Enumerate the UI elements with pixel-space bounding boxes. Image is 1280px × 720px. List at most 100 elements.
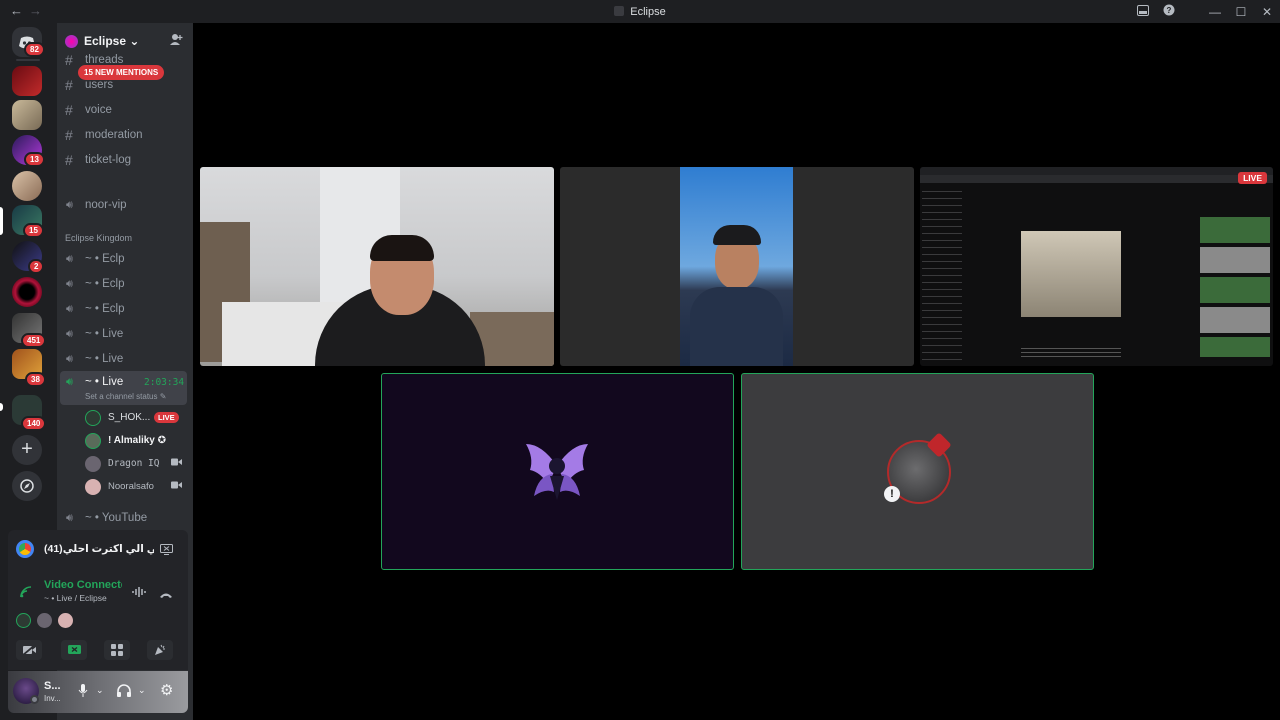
headphones-icon[interactable]	[117, 684, 131, 702]
call-stage: LIVE !	[193, 23, 1280, 720]
activity-panel[interactable]: (41)ذني الي اكترت احلي ...	[8, 530, 188, 568]
screen-share-tile[interactable]: LIVE	[920, 167, 1273, 366]
voice-channel[interactable]: 🔊︎ ~ • Eclp	[57, 300, 193, 320]
warning-icon: !	[884, 486, 900, 502]
minimize-icon[interactable]: —	[1202, 5, 1228, 19]
channel-ticket-log[interactable]: ▸#ticket-log	[57, 151, 193, 171]
channel-label: ~ • Live	[85, 328, 124, 340]
mic-options-chevron-icon[interactable]: ⌄	[96, 685, 104, 696]
add-server-icon[interactable]: +	[12, 435, 42, 465]
speaker-icon: 🔊︎	[66, 253, 73, 265]
noise-suppression-icon[interactable]	[132, 585, 146, 603]
account-panel: S... Inv... ⌄ ⌄ ⚙	[8, 671, 188, 713]
selected-server-pill	[0, 207, 3, 235]
camera-off-button[interactable]	[16, 640, 42, 660]
channel-label: ~ • Live	[85, 376, 124, 388]
help-icon[interactable]: ?	[1156, 4, 1182, 19]
voice-connection-panel: Video Connected ~ • Live / Eclipse	[8, 568, 188, 670]
invite-user-icon[interactable]	[169, 33, 183, 49]
account-status: Inv...	[44, 694, 61, 703]
server-badge: 13	[24, 152, 45, 167]
camera-icon	[171, 481, 182, 492]
settings-gear-icon[interactable]: ⚙	[160, 683, 173, 698]
video-tile[interactable]	[560, 167, 914, 366]
channel-label: ~ • Live	[85, 353, 124, 365]
member-name: S_HOK...	[108, 412, 151, 423]
hash-icon: #	[65, 152, 73, 168]
soundboard-button[interactable]	[147, 640, 173, 660]
channel-moderation[interactable]: ▸#moderation	[57, 126, 193, 146]
channel-label: ~ • Eclp	[85, 278, 125, 290]
speaker-icon: 🔊︎	[66, 376, 73, 388]
avatar-tile[interactable]: !	[741, 373, 1094, 570]
person-cap	[713, 225, 761, 245]
call-timer: 2:03:34	[144, 377, 185, 388]
speaker-icon: 🔊︎	[66, 512, 73, 524]
server-icon[interactable]	[12, 171, 42, 201]
hash-icon: #	[65, 127, 73, 143]
guild-name[interactable]: Eclipse ⌄	[84, 34, 139, 48]
activities-button[interactable]	[104, 640, 130, 660]
member-name: ! Almaliky ✪	[108, 435, 167, 446]
channel-label: ~ • Eclp	[85, 303, 125, 315]
pencil-icon: ✎	[159, 392, 167, 401]
speaker-icon: 🔊︎	[66, 303, 73, 315]
stop-streaming-icon[interactable]	[160, 542, 173, 560]
invisible-status-dot	[30, 695, 39, 704]
video-tile[interactable]	[200, 167, 554, 366]
channel-label: ~ • YouTube	[85, 512, 148, 524]
microphone-icon[interactable]	[78, 684, 88, 703]
category-eclipse-kingdom[interactable]: Eclipse Kingdom	[65, 233, 132, 243]
voice-channel-noor-vip[interactable]: 🔊︎ noor-vip	[57, 196, 193, 216]
participant-avatar	[16, 613, 31, 628]
speaker-icon: 🔊︎	[66, 278, 73, 290]
inbox-icon[interactable]	[1130, 4, 1156, 19]
browser-tabbar	[920, 167, 1273, 175]
channel-label: moderation	[85, 129, 143, 141]
voice-channel-youtube[interactable]: 🔊︎ ~ • YouTube	[57, 509, 193, 529]
voice-channel-path[interactable]: ~ • Live / Eclipse	[44, 593, 107, 603]
server-icon[interactable]	[12, 277, 42, 307]
channel-voice[interactable]: ▸#voice	[57, 101, 193, 121]
voice-channel[interactable]: 🔊︎ ~ • Live	[57, 350, 193, 370]
close-icon[interactable]: ✕	[1254, 5, 1280, 19]
tiktok-video	[1021, 231, 1121, 317]
live-badge: LIVE	[154, 412, 179, 423]
participant-avatar	[58, 613, 73, 628]
account-name[interactable]: S...	[44, 680, 61, 692]
voice-status[interactable]: Video Connected	[44, 579, 122, 591]
channel-status-link[interactable]: Set a channel status ✎	[85, 392, 166, 401]
title-bar: ←→ Eclipse ? — ☐ ✕	[0, 0, 1280, 23]
channel-label: ticket-log	[85, 154, 132, 166]
server-icon[interactable]	[12, 66, 42, 96]
channel-label: users	[85, 79, 114, 91]
maximize-icon[interactable]: ☐	[1228, 5, 1254, 19]
activity-title: (41)ذني الي اكترت احلي ...	[44, 543, 154, 555]
app-icon	[614, 6, 625, 16]
home-badge: 82	[24, 42, 45, 57]
active-voice-channel-row[interactable]: 🔊︎ ~ • Live 2:03:34	[57, 373, 193, 393]
guild-name-text: Eclipse	[84, 34, 127, 48]
server-badge: 451	[21, 333, 47, 348]
server-icon[interactable]	[12, 100, 42, 130]
disconnect-icon[interactable]	[159, 586, 173, 604]
camera-icon	[171, 458, 182, 469]
deafen-options-chevron-icon[interactable]: ⌄	[138, 685, 146, 696]
voice-channel[interactable]: 🔊︎ ~ • Eclp	[57, 275, 193, 295]
explore-servers-icon[interactable]	[12, 471, 42, 501]
tiktok-sidebar	[922, 185, 962, 363]
avatar-tile[interactable]	[381, 373, 734, 570]
channel-label: ~ • Eclp	[85, 253, 125, 265]
winged-avatar-icon	[522, 436, 592, 506]
live-badge: LIVE	[1238, 172, 1267, 184]
member-name: Nooralsafo	[108, 481, 154, 492]
voice-channel[interactable]: 🔊︎ ~ • Eclp	[57, 250, 193, 270]
new-mentions-banner[interactable]: 15 NEW MENTIONS	[78, 65, 165, 80]
caption-lines	[1021, 345, 1121, 359]
chevron-down-icon: ⌄	[129, 34, 140, 48]
svg-text:?: ?	[1167, 6, 1172, 15]
avatar	[85, 410, 101, 426]
server-badge: 15	[23, 223, 44, 238]
voice-channel[interactable]: 🔊︎ ~ • Live	[57, 325, 193, 345]
screen-share-button[interactable]	[61, 640, 87, 660]
